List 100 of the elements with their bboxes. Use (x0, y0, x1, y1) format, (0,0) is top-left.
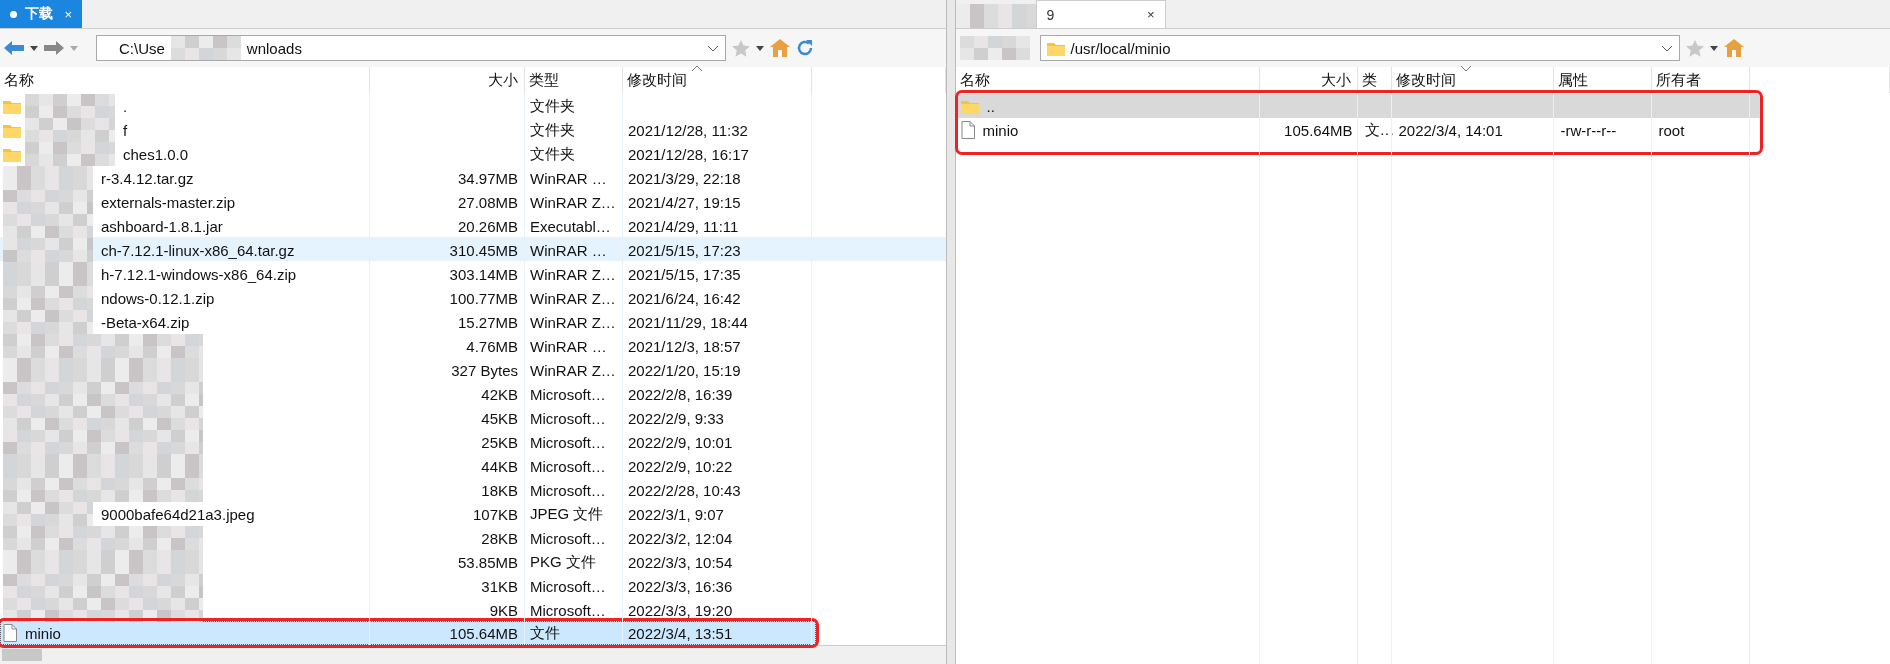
file-name: externals-master.zip (100, 193, 237, 211)
modified-date: 2022/1/20, 15:19 (627, 361, 742, 379)
file-row[interactable]: 45KB Microsoft… 2022/2/9, 9:33 (0, 405, 946, 429)
file-row[interactable]: ch-7.12.1-linux-x86_64.tar.gz 310.45MB WinRAR … 2021/5/15, 17:23 (0, 237, 946, 261)
file-row[interactable]: 42KB Microsoft… 2022/2/8, 16:39 (0, 381, 946, 405)
file-size: 31KB (480, 577, 519, 595)
path-field[interactable]: /usr/local/minio (1039, 35, 1680, 61)
path-text: /usr/local/minio (1070, 39, 1171, 57)
modified-date: 2022/3/2, 12:04 (627, 529, 734, 547)
file-row[interactable]: .. (957, 94, 1760, 118)
column-header[interactable]: 类型 (525, 67, 623, 93)
home-icon[interactable] (770, 39, 790, 57)
file-row[interactable]: 25KB Microsoft… 2022/2/9, 10:01 (0, 429, 946, 453)
folder-icon (3, 122, 21, 138)
file-size: 27.08MB (456, 193, 519, 211)
column-header[interactable]: 大小 (1259, 67, 1358, 93)
file-row[interactable]: ashboard-1.8.1.jar 20.26MB Executabl… 2021/4/29, 11:11 (0, 213, 946, 237)
modified-date: 2022/3/3, 10:54 (627, 553, 734, 571)
file-type: Executabl… (529, 217, 612, 235)
column-header[interactable]: 属性 (1553, 67, 1652, 93)
file-owner: root (1657, 121, 1686, 139)
star-icon[interactable] (1685, 39, 1704, 57)
file-row[interactable]: -Beta-x64.zip 15.27MB WinRAR Z… 2021/11/29, 18:44 (0, 309, 946, 333)
file-row[interactable]: r-3.4.12.tar.gz 34.97MB WinRAR … 2021/3/29, 22:18 (0, 165, 946, 189)
tab-label: 下载 (25, 5, 53, 23)
caret-icon[interactable] (1709, 45, 1718, 51)
modified-date: 2021/4/29, 11:11 (627, 217, 740, 235)
file-name: r-3.4.12.tar.gz (100, 169, 195, 187)
file-size: 53.85MB (456, 553, 519, 571)
blurred-area (170, 36, 241, 60)
file-name: ches1.0.0 (122, 145, 190, 163)
folder-icon (1046, 40, 1065, 56)
file-name: minio (24, 624, 62, 642)
folder-icon (3, 146, 21, 162)
file-name: .. (985, 97, 996, 115)
file-row[interactable]: 4.76MB WinRAR … 2021/12/3, 18:57 (0, 333, 946, 357)
star-icon[interactable] (732, 39, 750, 57)
file-name: ch-7.12.1-linux-x86_64.tar.gz (100, 241, 296, 259)
caret-icon[interactable] (756, 45, 764, 51)
file-size: 44KB (480, 457, 519, 475)
column-header[interactable]: 名称 (0, 67, 370, 93)
file-row[interactable]: 28KB Microsoft… 2022/3/2, 12:04 (0, 525, 946, 549)
file-row[interactable]: minio 105.64MB 文件 2022/3/4, 13:51 (0, 621, 816, 645)
modified-date: 2021/5/15, 17:35 (627, 265, 742, 283)
file-row[interactable]: . 文件夹 (0, 93, 946, 117)
modified-date: 2022/2/9, 10:22 (627, 457, 734, 475)
file-row[interactable]: minio 105.64MB 文… 2022/3/4, 14:01 -rw-r--r-- root (957, 118, 1760, 142)
column-header[interactable]: 修改时间 (1391, 67, 1554, 93)
back-icon[interactable] (4, 40, 24, 56)
column-header[interactable]: 所有者 (1651, 67, 1750, 93)
modified-date: 2022/3/3, 16:36 (627, 577, 734, 595)
refresh-icon[interactable] (796, 39, 814, 57)
file-row[interactable]: ndows-0.12.1.zip 100.77MB WinRAR Z… 2021/6/24, 16:42 (0, 285, 946, 309)
file-type: WinRAR … (529, 337, 608, 355)
modified-date: 2022/2/9, 10:01 (627, 433, 734, 451)
tab[interactable]: 下载 × (0, 0, 82, 28)
file-row[interactable]: 9KB Microsoft… 2022/3/3, 19:20 (0, 597, 946, 621)
modified-date: 2022/2/9, 9:33 (627, 409, 725, 427)
file-type: 文件夹 (529, 120, 576, 140)
file-type: Microsoft… (529, 529, 607, 547)
file-size: 105.64MB (448, 624, 519, 642)
caret-icon[interactable] (30, 45, 38, 51)
tab-label: 9 (1046, 6, 1055, 23)
file-type: Microsoft… (529, 385, 607, 403)
file-row[interactable]: 9000bafe64d21a3.jpeg 107KB JPEG 文件 2022/3/1, 9:07 (0, 501, 946, 525)
file-type: Microsoft… (529, 481, 607, 499)
file-row[interactable]: externals-master.zip 27.08MB WinRAR Z… 2021/4/27, 19:15 (0, 189, 946, 213)
column-header[interactable]: 类 (1357, 67, 1392, 93)
modified-date: 2022/2/28, 10:43 (627, 481, 742, 499)
dropdown-icon[interactable] (1660, 44, 1673, 52)
column-header[interactable]: 大小 (370, 67, 525, 93)
file-row[interactable]: h-7.12.1-windows-x86_64.zip 303.14MB WinRAR Z… 2021/5/15, 17:35 (0, 261, 946, 285)
file-type: WinRAR … (529, 169, 608, 187)
forward-icon[interactable] (44, 40, 64, 56)
tab[interactable]: 9 × (1035, 0, 1166, 28)
modified-date: 2021/12/28, 11:32 (627, 121, 749, 139)
sort-icon (691, 65, 703, 72)
dropdown-icon[interactable] (707, 44, 719, 52)
file-row[interactable]: 44KB Microsoft… 2022/2/9, 10:22 (0, 453, 946, 477)
file-row[interactable]: f 文件夹 2021/12/28, 11:32 (0, 117, 946, 141)
file-type: JPEG 文件 (529, 504, 605, 524)
folder-icon (960, 98, 979, 114)
file-name: ndows-0.12.1.zip (100, 289, 216, 307)
column-header[interactable]: 名称 (955, 67, 1260, 93)
modified-date: 2022/3/1, 9:07 (627, 505, 725, 523)
file-row[interactable]: ches1.0.0 文件夹 2021/12/28, 16:17 (0, 141, 946, 165)
home-icon[interactable] (1723, 39, 1744, 57)
file-name: minio (981, 121, 1020, 139)
file-type: Microsoft… (529, 577, 607, 595)
close-button[interactable]: × (64, 6, 72, 22)
column-header[interactable]: 修改时间 (623, 67, 812, 93)
file-size: 42KB (480, 385, 519, 403)
file-row[interactable]: 327 Bytes WinRAR Z… 2022/1/20, 15:19 (0, 357, 946, 381)
file-row[interactable]: 31KB Microsoft… 2022/3/3, 16:36 (0, 573, 946, 597)
file-type: WinRAR Z… (529, 313, 617, 331)
file-row[interactable]: 18KB Microsoft… 2022/2/28, 10:43 (0, 477, 946, 501)
close-button[interactable]: × (1146, 7, 1155, 22)
file-name: . (122, 97, 129, 115)
file-row[interactable]: 53.85MB PKG 文件 2022/3/3, 10:54 (0, 549, 946, 573)
path-field[interactable]: C:\Use wnloads (96, 35, 726, 61)
